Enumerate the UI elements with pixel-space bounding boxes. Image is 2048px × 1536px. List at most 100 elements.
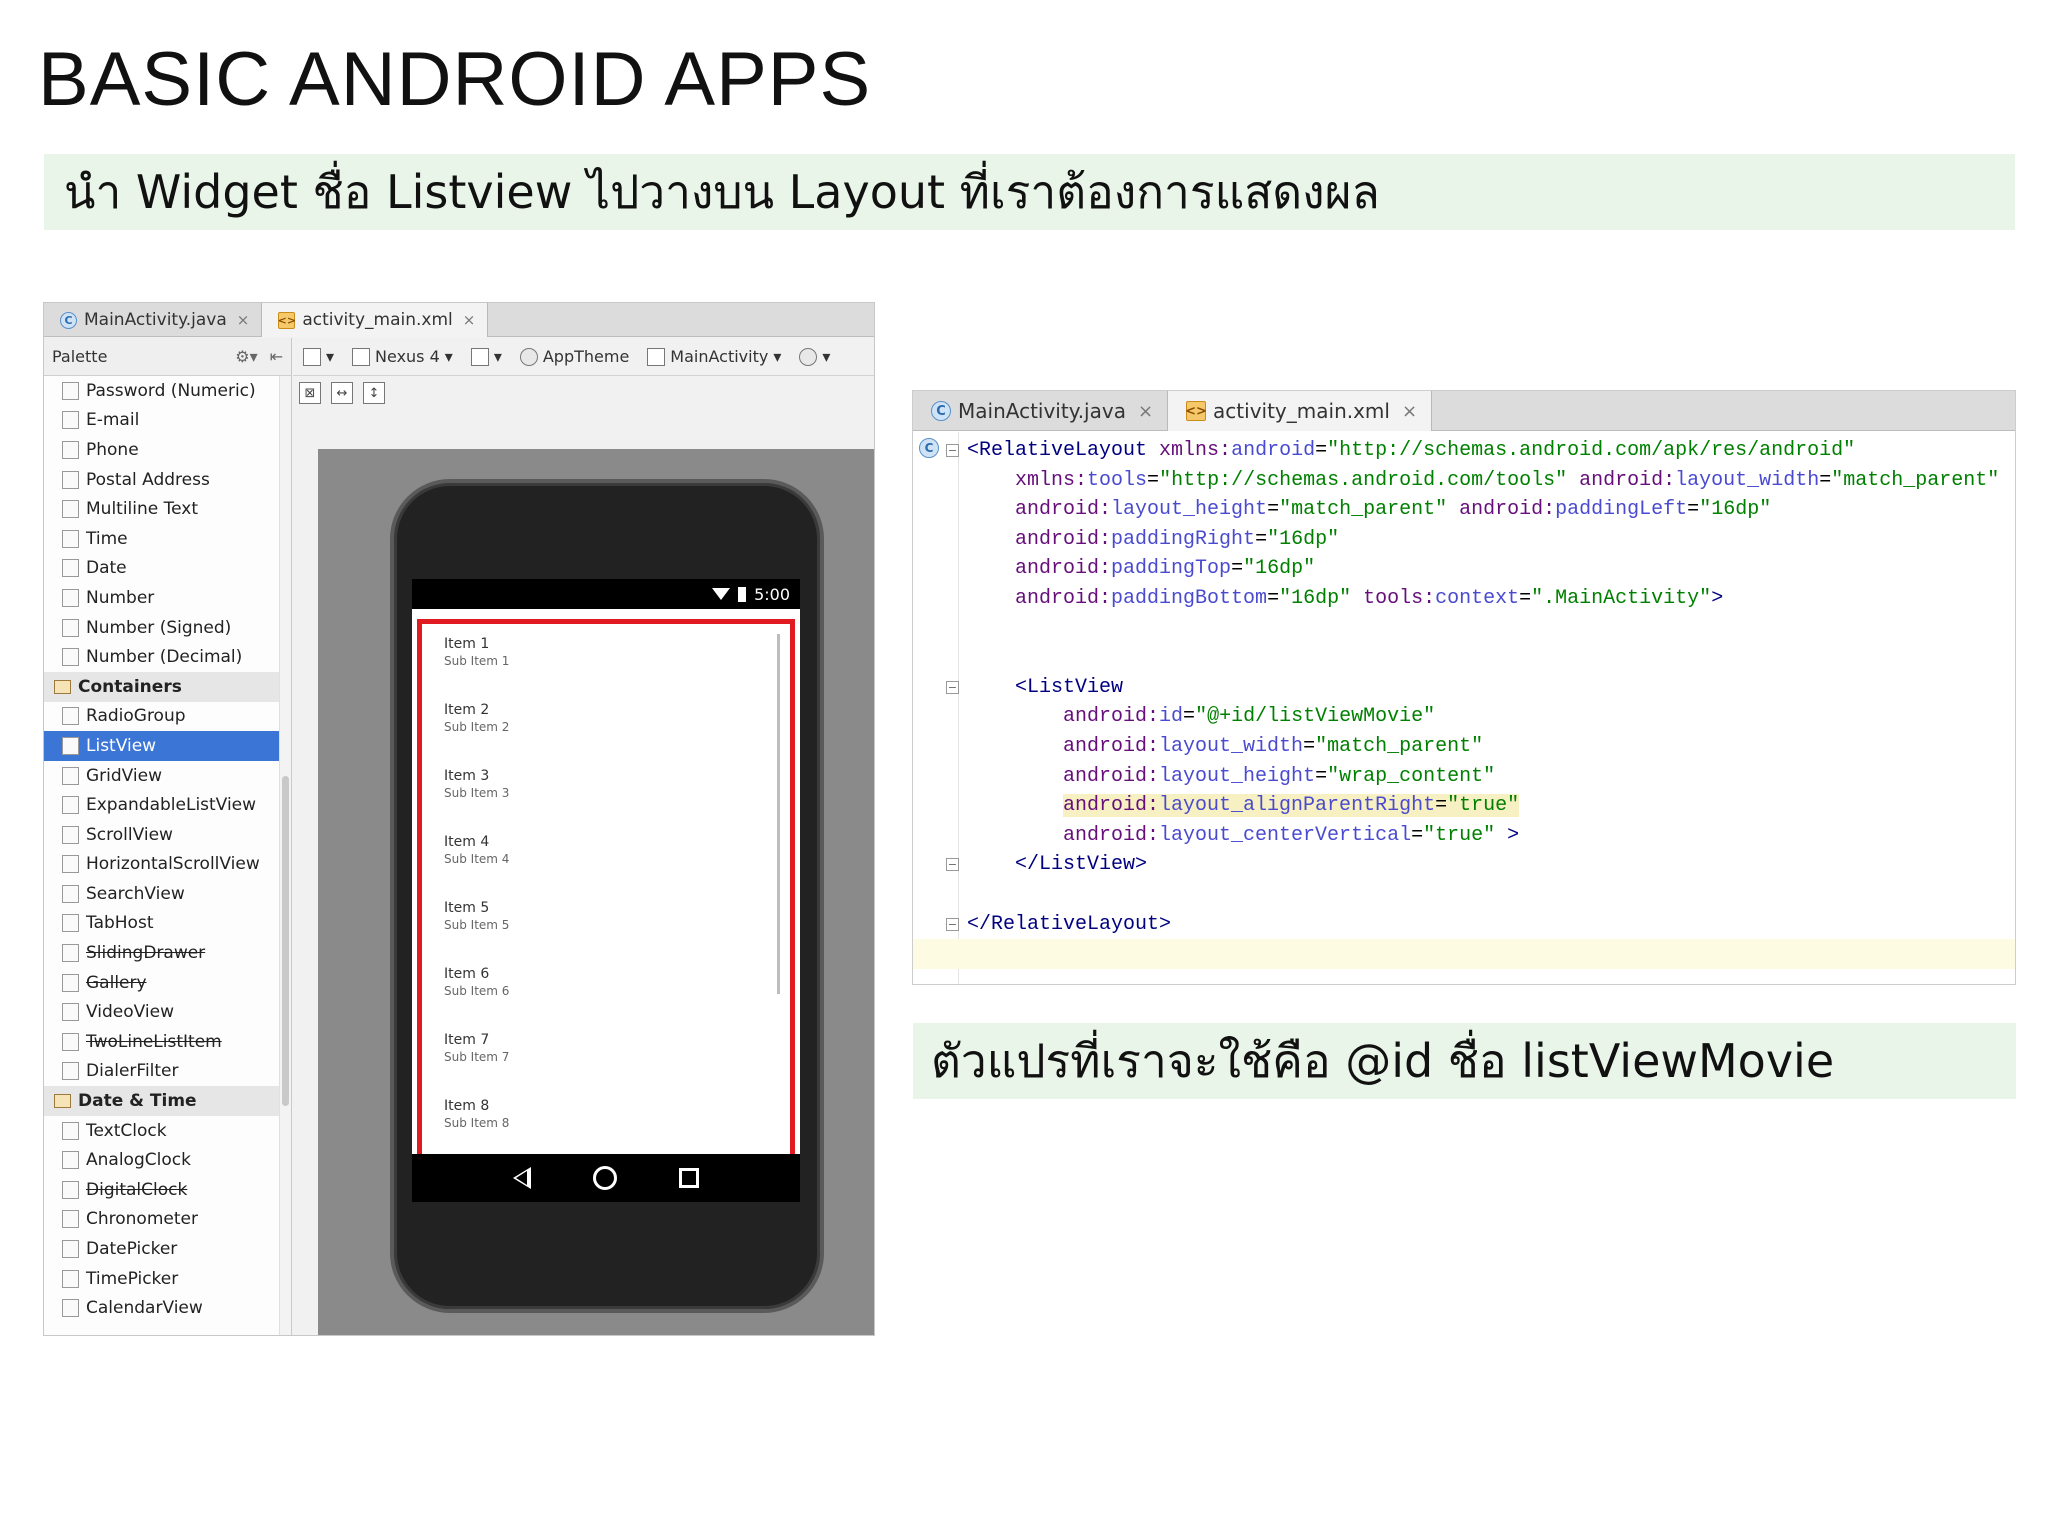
palette-item[interactable]: GridView — [44, 761, 280, 791]
list-item-subtitle: Sub Item 5 — [444, 918, 510, 932]
code-line[interactable]: android:layout_centerVertical="true" > — [913, 821, 2015, 851]
list-item-title: Item 8 — [444, 1098, 490, 1114]
activity-dropdown[interactable]: MainActivity ▾ — [647, 347, 781, 366]
code-line[interactable]: </ListView> — [913, 850, 2015, 880]
listview-scrollbar — [777, 634, 780, 994]
palette-item[interactable]: VideoView — [44, 997, 280, 1027]
code-line[interactable] — [913, 939, 2015, 969]
theme-button[interactable]: AppTheme — [519, 347, 629, 366]
palette-item[interactable]: SearchView — [44, 879, 280, 909]
palette-item[interactable]: Number — [44, 583, 280, 613]
code-line[interactable]: android:paddingTop="16dp" — [913, 554, 2015, 584]
fold-toggle-icon[interactable]: − — [946, 917, 959, 931]
tab-activity-main-xml[interactable]: <> activity_main.xml × — [1168, 391, 1433, 431]
palette-category[interactable]: Containers — [44, 671, 280, 702]
palette-item[interactable]: DatePicker — [44, 1234, 280, 1264]
code-line[interactable]: android:layout_height="wrap_content" — [913, 762, 2015, 792]
code-line[interactable]: android:paddingRight="16dp" — [913, 525, 2015, 555]
designer-toolbar: ▾ Nexus 4 ▾ ▾ AppTheme MainActivity ▾ ▾ — [293, 338, 874, 376]
list-item-subtitle: Sub Item 4 — [444, 852, 510, 866]
palette-item[interactable]: CalendarView — [44, 1293, 280, 1323]
list-item[interactable]: Item 1 Sub Item 1 — [422, 624, 790, 690]
list-item[interactable]: Item 3 Sub Item 3 — [422, 756, 790, 822]
device-dropdown[interactable]: Nexus 4 ▾ — [352, 347, 453, 366]
code-line[interactable]: </RelativeLayout> — [913, 910, 2015, 940]
palette-item[interactable]: Chronometer — [44, 1205, 280, 1235]
palette-item[interactable]: Multiline Text — [44, 494, 280, 524]
code-line[interactable]: <RelativeLayout xmlns:android="http://sc… — [913, 436, 2015, 466]
fold-toggle-icon[interactable]: − — [946, 858, 959, 872]
palette-item[interactable]: Gallery — [44, 968, 280, 998]
palette-item[interactable]: TextClock — [44, 1116, 280, 1146]
palette-item[interactable]: Postal Address — [44, 465, 280, 495]
palette-item[interactable]: TwoLineListItem — [44, 1027, 280, 1057]
palette-item[interactable]: Number (Decimal) — [44, 642, 280, 672]
palette-item[interactable]: Phone — [44, 435, 280, 465]
palette-item[interactable]: ScrollView — [44, 820, 280, 850]
palette-item[interactable]: RadioGroup — [44, 702, 280, 732]
zoom-fit-icon[interactable]: ⊠ — [299, 382, 321, 404]
palette-item[interactable]: TabHost — [44, 909, 280, 939]
palette-item[interactable]: SlidingDrawer — [44, 938, 280, 968]
palette-item-label: GridView — [86, 765, 163, 786]
palette-category[interactable]: Date & Time — [44, 1086, 280, 1116]
code-text: android:paddingRight="16dp" — [1015, 527, 1340, 551]
palette-item[interactable]: Password (Numeric) — [44, 376, 280, 406]
code-line[interactable] — [913, 643, 2015, 673]
fit-width-icon[interactable]: ↔ — [331, 382, 353, 404]
palette-item[interactable]: Time — [44, 524, 280, 554]
palette-item[interactable]: ExpandableListView — [44, 790, 280, 820]
palette-scrollbar[interactable] — [279, 376, 291, 1335]
palette-item[interactable]: TimePicker — [44, 1264, 280, 1294]
tab-activity-main-xml[interactable]: <> activity_main.xml × — [262, 303, 489, 337]
listview-widget[interactable]: Item 1 Sub Item 1 Item 2 Sub Item 2 Item 3 Su… — [417, 619, 795, 1177]
code-line[interactable]: android:layout_height="match_parent" and… — [913, 495, 2015, 525]
list-item[interactable]: Item 8 Sub Item 8 — [422, 1086, 790, 1152]
palette-item-label: Time — [86, 528, 128, 549]
locale-dropdown[interactable]: ▾ — [799, 347, 830, 366]
code-line[interactable] — [913, 614, 2015, 644]
palette-item[interactable]: ListView — [44, 731, 280, 761]
list-item[interactable]: Item 2 Sub Item 2 — [422, 690, 790, 756]
close-icon[interactable]: × — [1402, 401, 1417, 422]
palette-item[interactable]: E-mail — [44, 406, 280, 436]
fold-toggle-icon[interactable]: − — [946, 444, 959, 457]
recent-apps-icon[interactable] — [679, 1168, 699, 1188]
fit-height-icon[interactable]: ↕ — [363, 382, 385, 404]
list-item-title: Item 2 — [444, 702, 490, 718]
design-file-dropdown[interactable]: ▾ — [303, 347, 334, 366]
palette-item[interactable]: HorizontalScrollView — [44, 850, 280, 880]
list-item[interactable]: Item 5 Sub Item 5 — [422, 888, 790, 954]
collapse-panel-icon[interactable]: ⇤ — [270, 347, 283, 366]
folder-icon — [54, 1094, 71, 1109]
palette-item-label: AnalogClock — [86, 1150, 191, 1171]
palette-item[interactable]: DialerFilter — [44, 1057, 280, 1087]
palette-item[interactable]: AnalogClock — [44, 1145, 280, 1175]
file-icon — [303, 347, 321, 366]
code-line[interactable]: android:paddingBottom="16dp" tools:conte… — [913, 584, 2015, 614]
back-icon[interactable] — [513, 1167, 531, 1189]
tab-mainactivity-java[interactable]: C MainActivity.java × — [44, 303, 263, 337]
code-line[interactable] — [913, 880, 2015, 910]
scrollbar-thumb[interactable] — [282, 776, 289, 1106]
palette-item[interactable]: Date — [44, 554, 280, 584]
code-line[interactable]: android:layout_alignParentRight="true" — [913, 791, 2015, 821]
orientation-dropdown[interactable]: ▾ — [470, 347, 502, 366]
home-icon[interactable] — [593, 1166, 617, 1190]
code-line[interactable]: xmlns:tools="http://schemas.android.com/… — [913, 466, 2015, 496]
fold-toggle-icon[interactable]: − — [946, 680, 959, 694]
list-item[interactable]: Item 7 Sub Item 7 — [422, 1020, 790, 1086]
code-line[interactable]: <ListView — [913, 673, 2015, 703]
list-item[interactable]: Item 4 Sub Item 4 — [422, 822, 790, 888]
code-line[interactable]: android:layout_width="match_parent" — [913, 732, 2015, 762]
code-area[interactable]: C <RelativeLayout xmlns:android="http://… — [913, 432, 2015, 984]
close-icon[interactable]: × — [1138, 401, 1153, 422]
list-item[interactable]: Item 6 Sub Item 6 — [422, 954, 790, 1020]
palette-item[interactable]: DigitalClock — [44, 1175, 280, 1205]
close-icon[interactable]: × — [237, 311, 250, 329]
tab-mainactivity-java[interactable]: C MainActivity.java × — [913, 391, 1169, 431]
gear-icon[interactable]: ⚙▾ — [235, 347, 257, 366]
code-line[interactable]: android:id="@+id/listViewMovie" — [913, 702, 2015, 732]
palette-item[interactable]: Number (Signed) — [44, 613, 280, 643]
close-icon[interactable]: × — [463, 311, 476, 329]
